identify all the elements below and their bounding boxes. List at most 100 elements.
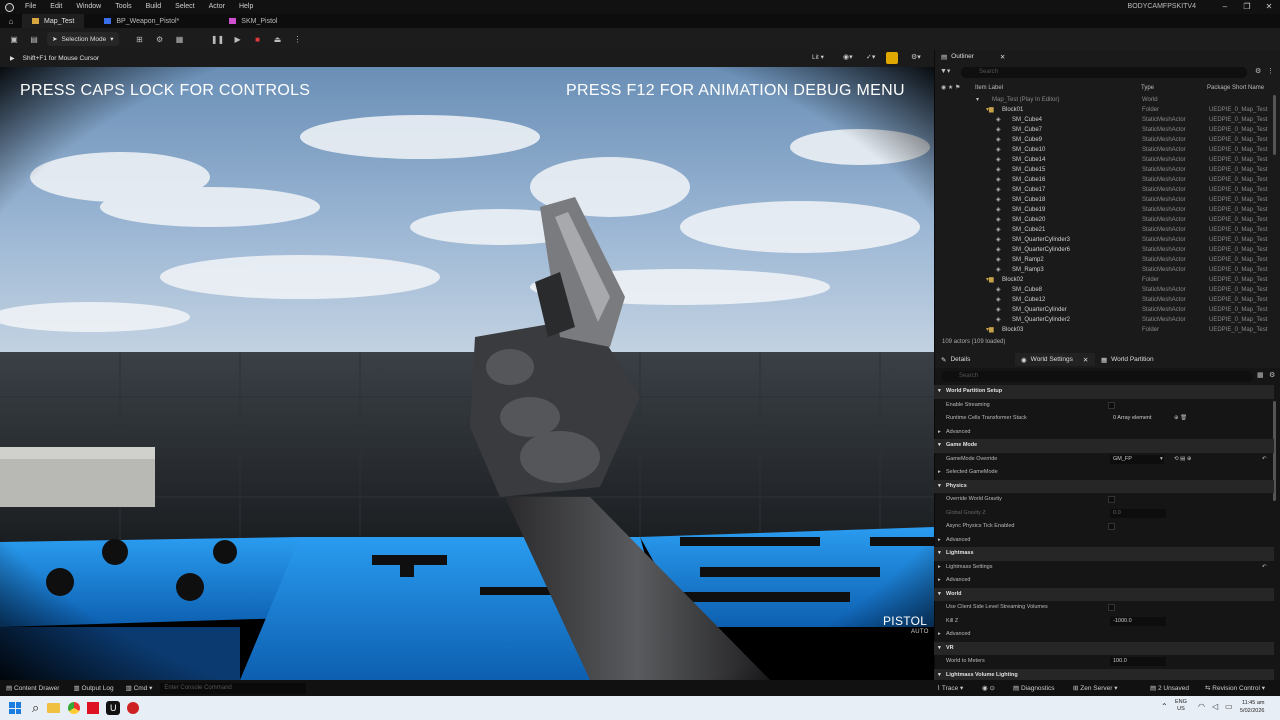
property-checkbox[interactable] [1108, 496, 1115, 503]
outliner-row[interactable]: ◈ SM_Cube4 StaticMeshActor UEDPIE_0_Map_Tes… [934, 115, 1272, 125]
realtime-toggle-icon[interactable] [886, 52, 898, 64]
details-settings-icon[interactable]: ⚙ [1269, 371, 1275, 379]
outliner-row[interactable]: ◈ SM_Ramp2 StaticMeshActor UEDPIE_0_Map_Tes… [934, 255, 1272, 265]
details-property[interactable]: Global Gravity Z 0.0 [934, 507, 1274, 521]
chevron-right-icon[interactable]: ▸ [938, 561, 941, 575]
clock[interactable]: 11:45 am 5/02/2026 [1240, 699, 1264, 715]
menu-select[interactable]: Select [168, 0, 201, 14]
chevron-down-icon[interactable]: ▾ [938, 385, 941, 399]
outliner-row[interactable]: ▾▆ Block03 Folder UEDPIE_0_Map_Test [934, 325, 1272, 335]
home-icon[interactable]: ⌂ [0, 14, 22, 28]
app-icon[interactable] [127, 702, 140, 714]
outliner-row[interactable]: ◈ SM_QuarterCylinder StaticMeshActor UEDPIE… [934, 305, 1272, 315]
battery-icon[interactable]: ▭ [1225, 702, 1233, 711]
outliner-row[interactable]: ◈ SM_Cube8 StaticMeshActor UEDPIE_0_Map_Tes… [934, 285, 1272, 295]
content-icon[interactable]: ▤ [27, 32, 41, 46]
world-partition-tab[interactable]: ▦ World Partition [1095, 353, 1185, 366]
frame-skip-icon[interactable]: ▶ [231, 32, 245, 46]
details-property[interactable]: Kill Z -1000.0 [934, 615, 1274, 629]
details-property[interactable]: Use Client Side Level Streaming Volumes [934, 601, 1274, 615]
outliner-row[interactable]: ◈ SM_QuarterCylinder3 StaticMeshActor UEDPI… [934, 235, 1272, 245]
details-expander[interactable]: ▸ Selected GameMode [934, 466, 1274, 480]
browse-icons[interactable]: ⟲ ▤ ⊕ [1174, 453, 1191, 467]
outliner-row[interactable]: ◈ SM_Cube15 StaticMeshActor UEDPIE_0_Map_Te… [934, 165, 1272, 175]
outliner-row[interactable]: ◈ SM_Ramp3 StaticMeshActor UEDPIE_0_Map_Tes… [934, 265, 1272, 275]
pause-icon[interactable]: ❚❚ [211, 32, 225, 46]
unsaved-button[interactable]: ▤ 2 Unsaved [1150, 684, 1189, 692]
outliner-row[interactable]: ◈ SM_Cube10 StaticMeshActor UEDPIE_0_Map_Te… [934, 145, 1272, 155]
chevron-down-icon[interactable]: ▾ [938, 588, 941, 602]
column-type[interactable]: Type [1141, 83, 1154, 94]
chevron-down-icon[interactable]: ▾ [938, 642, 941, 656]
details-property[interactable]: Enable Streaming [934, 399, 1274, 413]
outliner-row[interactable]: ◈ SM_Cube21 StaticMeshActor UEDPIE_0_Map_Te… [934, 225, 1272, 235]
details-tab[interactable]: ✎ Details [935, 353, 1015, 366]
menu-tools[interactable]: Tools [108, 0, 138, 14]
close-tab-icon[interactable]: ✕ [1000, 53, 1005, 61]
property-value[interactable]: 0 Array element [1110, 414, 1155, 423]
outliner-row[interactable]: ◈ SM_Cube7 StaticMeshActor UEDPIE_0_Map_Tes… [934, 125, 1272, 135]
world-settings-tab[interactable]: ◉ World Settings ✕ [1015, 353, 1095, 366]
acrobat-icon[interactable] [87, 702, 100, 714]
blueprint-menu-icon[interactable]: ⚙ [153, 32, 167, 46]
outliner-tab[interactable]: ▤ Outliner ✕ [935, 50, 1015, 63]
console-input[interactable]: Enter Console Command [160, 682, 307, 694]
menu-edit[interactable]: Edit [43, 0, 69, 14]
outliner-options-icon[interactable]: ⚙ [1255, 67, 1261, 75]
tab-bp-weapon-pistol[interactable]: BP_Weapon_Pistol* [94, 14, 189, 28]
property-checkbox[interactable] [1108, 523, 1115, 530]
revision-control-button[interactable]: ⇆ Revision Control ▾ [1205, 684, 1265, 692]
details-expander[interactable]: ▸ Advanced [934, 534, 1274, 548]
details-category[interactable]: ▾ VR [934, 641, 1274, 656]
view-mode-dropdown[interactable]: Lit ▾ [812, 53, 824, 61]
tray-expand-icon[interactable]: ⌃ [1161, 702, 1168, 711]
eject-icon[interactable]: ⏏ [271, 32, 285, 46]
content-drawer-button[interactable]: ▤ Content Drawer [0, 684, 59, 692]
chevron-right-icon[interactable]: ▸ [938, 534, 941, 548]
cinematics-icon[interactable]: ▦ [173, 32, 187, 46]
outliner-row[interactable]: ◈ SM_Cube19 StaticMeshActor UEDPIE_0_Map_Te… [934, 205, 1272, 215]
menu-help[interactable]: Help [232, 0, 260, 14]
array-add-remove-icons[interactable]: ⊕ 🗑 [1174, 412, 1187, 426]
menu-file[interactable]: File [18, 0, 43, 14]
close-window-icon[interactable]: ✕ [1258, 0, 1280, 14]
filter-icon[interactable]: ▼▾ [940, 67, 950, 75]
show-flags-icon[interactable]: ◉▾ [843, 53, 853, 61]
restore-icon[interactable]: ❐ [1236, 0, 1258, 14]
diagnostics-button[interactable]: ▤ Diagnostics [1013, 684, 1055, 692]
unreal-logo-icon[interactable] [0, 0, 18, 14]
property-checkbox[interactable] [1108, 604, 1115, 611]
menu-build[interactable]: Build [139, 0, 169, 14]
output-log-button[interactable]: ▥ Output Log [59, 684, 113, 692]
outliner-row[interactable]: ◈ SM_QuarterCylinder2 StaticMeshActor UEDPI… [934, 315, 1272, 325]
details-property[interactable]: Override World Gravity [934, 493, 1274, 507]
details-category[interactable]: ▾ Lightmass [934, 547, 1274, 561]
details-expander[interactable]: ▸ Lightmass Settings ↶ [934, 561, 1274, 575]
add-actor-icon[interactable]: ⊞ [133, 32, 147, 46]
chevron-down-icon[interactable]: ▾ [938, 547, 941, 561]
outliner-row[interactable]: ▾ Map_Test (Play In Editor) World [934, 95, 1272, 105]
volume-icon[interactable]: ◁ [1212, 702, 1218, 711]
close-tab-icon[interactable]: ✕ [1083, 356, 1088, 364]
visibility-column-icon[interactable]: ◉ ★ ⚑ [941, 83, 960, 94]
outliner-row[interactable]: ◈ SM_Cube20 StaticMeshActor UEDPIE_0_Map_Te… [934, 215, 1272, 225]
chevron-right-icon[interactable]: ▸ [938, 466, 941, 480]
search-icon[interactable]: ⌕ [32, 700, 39, 716]
details-category[interactable]: ▾ World [934, 587, 1274, 602]
chrome-icon[interactable] [68, 702, 81, 714]
outliner-row[interactable]: ◈ SM_Cube16 StaticMeshActor UEDPIE_0_Map_Te… [934, 175, 1272, 185]
outliner-row[interactable]: ▾▆ Block02 Folder UEDPIE_0_Map_Test [934, 275, 1272, 285]
minimize-icon[interactable]: – [1214, 0, 1236, 14]
table-view-icon[interactable]: ▦ [1257, 371, 1264, 379]
outliner-scrollbar[interactable] [1273, 95, 1276, 155]
chevron-right-icon[interactable]: ▸ [938, 574, 941, 588]
cmd-dropdown[interactable]: ▥ Cmd ▾ [114, 684, 153, 692]
column-item-label[interactable]: Item Label [975, 83, 1003, 94]
property-value[interactable]: -1000.0 [1110, 616, 1166, 626]
column-package[interactable]: Package Short Name [1207, 83, 1264, 94]
outliner-row[interactable]: ◈ SM_Cube18 StaticMeshActor UEDPIE_0_Map_Te… [934, 195, 1272, 205]
zen-server-button[interactable]: ⊞ Zen Server ▾ [1073, 684, 1118, 692]
level-viewport[interactable]: ▶ Shift+F1 for Mouse Cursor Lit ▾ ◉▾ ✓▾ … [0, 50, 934, 680]
outliner-search-input[interactable]: Search [961, 67, 1247, 78]
details-property[interactable]: World to Meters 100.0 [934, 655, 1274, 669]
